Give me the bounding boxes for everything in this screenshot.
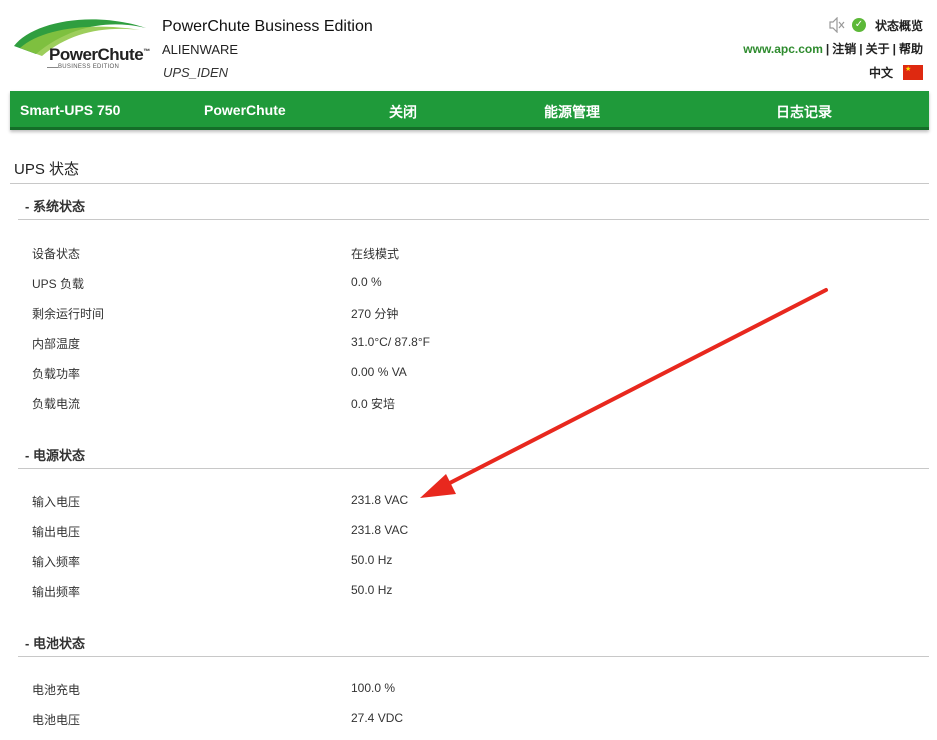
page-title: UPS 状态 bbox=[14, 161, 80, 178]
divider bbox=[18, 468, 929, 469]
row-label: 负载电流 bbox=[32, 397, 81, 411]
row-value: 50.0 Hz bbox=[351, 553, 393, 567]
status-ok-icon: ✓ bbox=[851, 18, 866, 32]
mute-icon[interactable] bbox=[828, 17, 846, 33]
row-label: 输入频率 bbox=[32, 555, 81, 569]
row-value: 231.8 VAC bbox=[351, 493, 409, 507]
header-links: www.apc.com | 注销 | 关于 | 帮助 bbox=[743, 40, 923, 58]
header-utilities: ✓ 状态概览 www.apc.com | 注销 | 关于 | 帮助 中文 ★ bbox=[743, 16, 923, 81]
row-value: 0.0 安培 bbox=[351, 397, 396, 411]
section-title-system-status[interactable]: - 系统状态 bbox=[25, 196, 85, 215]
logo-rule bbox=[47, 67, 58, 68]
nav-item-shutdown[interactable]: 关闭 bbox=[389, 102, 417, 122]
nav-item-energy-management[interactable]: 能源管理 bbox=[544, 102, 600, 122]
nav-item-powerchute[interactable]: PowerChute bbox=[204, 102, 286, 118]
logout-link[interactable]: 注销 bbox=[832, 42, 856, 56]
status-row-load-current: 负载电流 0.0 安培 bbox=[0, 395, 937, 415]
nav-item-ups-model[interactable]: Smart-UPS 750 bbox=[20, 102, 120, 118]
status-row-output-voltage: 输出电压 231.8 VAC bbox=[0, 523, 937, 543]
status-row-input-frequency: 输入频率 50.0 Hz bbox=[0, 553, 937, 573]
about-link[interactable]: 关于 bbox=[866, 42, 890, 56]
header: PowerChute™ BUSINESS EDITION PowerChute … bbox=[0, 0, 937, 90]
status-row-load-power: 负载功率 0.00 % VA bbox=[0, 365, 937, 385]
powerchute-logo[interactable]: PowerChute™ BUSINESS EDITION bbox=[12, 14, 150, 72]
row-value: 在线模式 bbox=[351, 247, 400, 261]
row-label: 电池充电 bbox=[32, 683, 81, 697]
row-value: 0.0 % bbox=[351, 275, 382, 289]
section-title-power-status[interactable]: - 电源状态 bbox=[25, 445, 85, 464]
ups-identifier: UPS_IDEN bbox=[163, 65, 229, 80]
status-row-battery-charge: 电池充电 100.0 % bbox=[0, 681, 937, 701]
row-value: 31.0°C/ 87.8°F bbox=[351, 335, 430, 349]
row-value: 50.0 Hz bbox=[351, 583, 393, 597]
link-separator: | bbox=[859, 42, 863, 56]
row-label: 负载功率 bbox=[32, 367, 81, 381]
row-label: 内部温度 bbox=[32, 337, 81, 351]
logo-subtitle: BUSINESS EDITION bbox=[58, 64, 120, 70]
status-row-runtime: 剩余运行时间 270 分钟 bbox=[0, 305, 937, 325]
divider bbox=[10, 183, 929, 184]
row-value: 0.00 % VA bbox=[351, 365, 407, 379]
apc-website-link[interactable]: www.apc.com bbox=[743, 42, 823, 56]
host-name: ALIENWARE bbox=[162, 42, 239, 57]
link-separator: | bbox=[892, 42, 896, 56]
row-value: 100.0 % bbox=[351, 681, 396, 695]
logo-wordmark: PowerChute™ bbox=[49, 45, 150, 64]
row-label: 输出电压 bbox=[32, 525, 81, 539]
nav-item-logging[interactable]: 日志记录 bbox=[776, 102, 832, 122]
status-row-internal-temp: 内部温度 31.0°C/ 87.8°F bbox=[0, 335, 937, 355]
row-label: 电池电压 bbox=[32, 713, 81, 727]
language-selector[interactable]: 中文 ★ bbox=[743, 63, 923, 81]
divider bbox=[18, 656, 929, 657]
app-title: PowerChute Business Edition bbox=[162, 18, 373, 35]
status-row-output-frequency: 输出频率 50.0 Hz bbox=[0, 583, 937, 603]
row-value: 27.4 VDC bbox=[351, 711, 404, 725]
status-overview-link[interactable]: 状态概览 bbox=[875, 17, 923, 34]
status-row-battery-voltage: 电池电压 27.4 VDC bbox=[0, 711, 937, 731]
main-nav: Smart-UPS 750 PowerChute 关闭 能源管理 日志记录 bbox=[10, 91, 929, 130]
status-row: ✓ 状态概览 bbox=[743, 16, 923, 34]
link-separator: | bbox=[825, 42, 830, 56]
status-row-ups-load: UPS 负载 0.0 % bbox=[0, 275, 937, 295]
row-label: 设备状态 bbox=[32, 247, 81, 261]
language-label: 中文 bbox=[868, 65, 893, 80]
section-title-battery-status[interactable]: - 电池状态 bbox=[25, 633, 85, 652]
china-flag-icon: ★ bbox=[903, 64, 923, 80]
row-label: UPS 负载 bbox=[32, 277, 85, 291]
row-value: 270 分钟 bbox=[351, 307, 399, 321]
row-label: 剩余运行时间 bbox=[32, 307, 105, 321]
divider bbox=[18, 219, 929, 220]
row-label: 输出频率 bbox=[32, 585, 81, 599]
row-label: 输入电压 bbox=[32, 495, 81, 509]
help-link[interactable]: 帮助 bbox=[899, 42, 923, 56]
status-row-device-state: 设备状态 在线模式 bbox=[0, 245, 937, 265]
status-row-input-voltage: 输入电压 231.8 VAC bbox=[0, 493, 937, 513]
row-value: 231.8 VAC bbox=[351, 523, 409, 537]
